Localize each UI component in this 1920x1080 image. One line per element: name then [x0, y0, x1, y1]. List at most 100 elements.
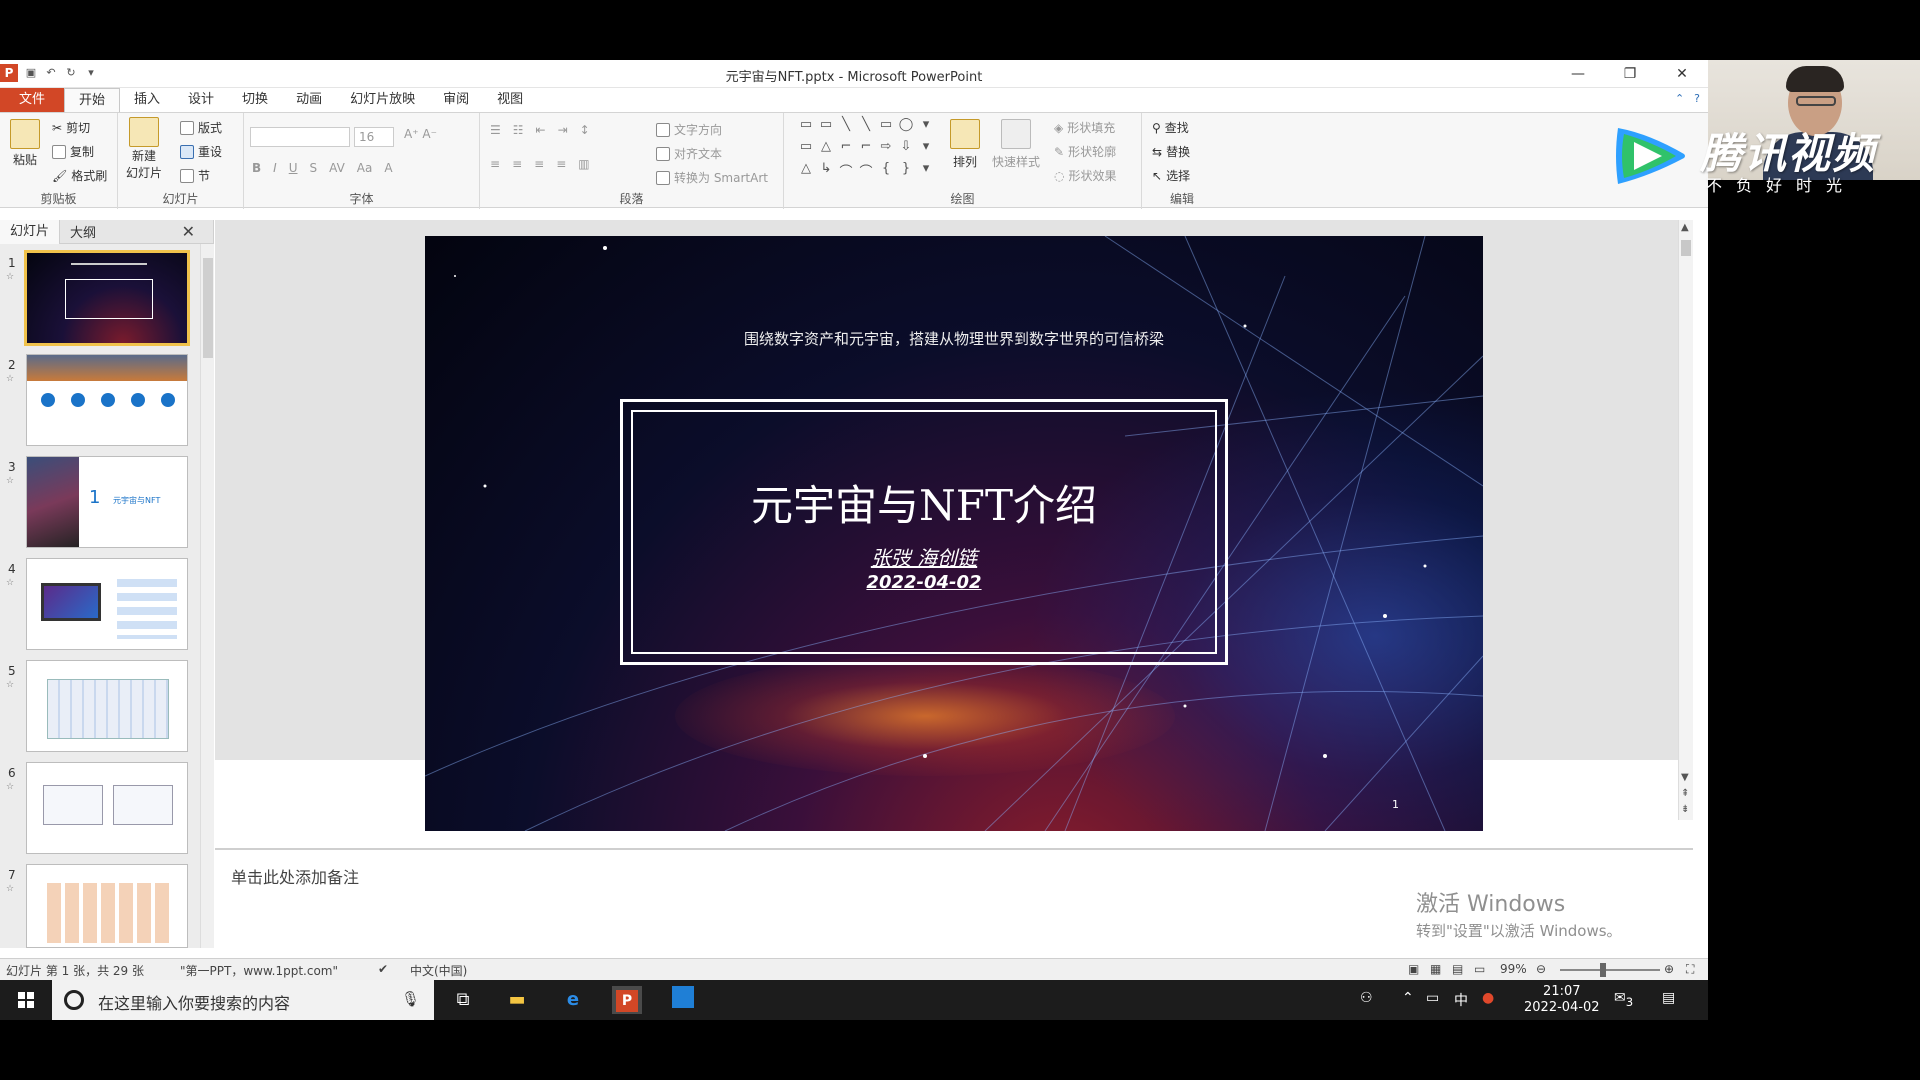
security-tray-icon[interactable]: ● — [1482, 990, 1494, 1006]
tab-view[interactable]: 视图 — [483, 88, 537, 112]
tab-outline-pane[interactable]: 大纲 — [60, 222, 106, 241]
edge-browser-icon[interactable]: e — [558, 986, 588, 1014]
zoom-out-icon[interactable]: ⊖ — [1536, 962, 1546, 976]
zoom-slider-thumb[interactable] — [1600, 963, 1606, 977]
thumbnail-row[interactable]: 4 ☆ — [0, 558, 200, 652]
select-button[interactable]: ↖ 选择 — [1152, 167, 1190, 184]
show-hidden-icons[interactable]: ⌃ — [1402, 990, 1414, 1006]
scroll-down-icon[interactable]: ▼ — [1681, 772, 1689, 783]
normal-view-icon[interactable]: ▣ — [1408, 962, 1419, 976]
font-name-box[interactable] — [250, 127, 350, 147]
align-left-icon[interactable]: ≡ — [490, 157, 500, 171]
font-color-icon[interactable]: A — [384, 161, 392, 175]
line-spacing-icon[interactable]: ↕ — [580, 123, 590, 137]
slide-thumbnail[interactable] — [24, 250, 190, 346]
zoom-level[interactable]: 99% — [1500, 962, 1527, 976]
tab-file[interactable]: 文件 — [0, 88, 64, 112]
slide-thumbnail[interactable]: 1 元宇宙与NFT — [26, 456, 188, 548]
thumbnail-row[interactable]: 3 ☆ 1 元宇宙与NFT — [0, 456, 200, 550]
smartart-button[interactable]: 转换为 SmartArt — [656, 169, 768, 186]
text-direction-button[interactable]: 文字方向 — [656, 121, 722, 138]
tab-review[interactable]: 审阅 — [429, 88, 483, 112]
shape-outline-button[interactable]: ✎ 形状轮廓 — [1054, 143, 1116, 160]
grow-font-icon[interactable]: A⁺ A⁻ — [404, 127, 437, 141]
thumbnails-scrollbar[interactable] — [200, 244, 214, 948]
slide-vertical-scrollbar[interactable]: ▲ ▼ ⇞ ⇟ — [1678, 220, 1693, 820]
tab-transitions[interactable]: 切换 — [228, 88, 282, 112]
align-text-button[interactable]: 对齐文本 — [656, 145, 722, 162]
current-slide[interactable]: 围绕数字资产和元宇宙，搭建从物理世界到数字世界的可信桥梁 元宇宙与NFT介绍 张… — [425, 236, 1483, 831]
fit-to-window-icon[interactable]: ⛶ — [1686, 962, 1694, 977]
scroll-up-icon[interactable]: ▲ — [1681, 222, 1689, 233]
language-status[interactable]: 中文(中国) — [410, 962, 467, 979]
align-right-icon[interactable]: ≡ — [534, 157, 544, 171]
new-slide-button[interactable]: 新建 幻灯片 — [126, 117, 162, 181]
spellcheck-icon[interactable]: ✔ — [378, 962, 388, 976]
slide-thumbnail[interactable] — [26, 762, 188, 854]
scrollbar-thumb[interactable] — [203, 258, 213, 358]
italic-icon[interactable]: I — [273, 161, 277, 175]
shape-fill-button[interactable]: ◈ 形状填充 — [1054, 119, 1115, 136]
align-center-icon[interactable]: ≡ — [512, 157, 522, 171]
close-pane-icon[interactable]: ✕ — [172, 222, 205, 241]
tab-slideshow[interactable]: 幻灯片放映 — [336, 88, 429, 112]
section-button[interactable]: 节 — [180, 167, 210, 184]
message-icon[interactable]: ✉3 — [1614, 990, 1633, 1009]
restore-button[interactable]: ❐ — [1604, 60, 1656, 88]
quick-styles-button[interactable]: 快速样式 — [992, 119, 1040, 170]
paste-button[interactable]: 粘贴 — [10, 119, 40, 168]
slide-thumbnail[interactable] — [26, 864, 188, 948]
powerpoint-taskbar-icon[interactable]: P — [612, 986, 642, 1014]
slide-title[interactable]: 元宇宙与NFT介绍 — [623, 472, 1225, 533]
tab-home[interactable]: 开始 — [64, 88, 121, 112]
ime-indicator[interactable]: 中 — [1454, 990, 1468, 1010]
find-button[interactable]: ⚲ 查找 — [1152, 119, 1189, 136]
char-spacing-icon[interactable]: AV — [329, 161, 345, 175]
tab-design[interactable]: 设计 — [174, 88, 228, 112]
photos-app-icon[interactable] — [668, 986, 698, 1014]
justify-icon[interactable]: ≡ — [556, 157, 566, 171]
underline-icon[interactable]: U — [289, 161, 298, 175]
action-center-icon[interactable]: ▤ — [1662, 990, 1675, 1006]
slide-date[interactable]: 2022-04-02 — [623, 572, 1225, 593]
replace-button[interactable]: ⇆ 替换 — [1152, 143, 1190, 160]
microphone-icon[interactable]: 🎙 — [401, 990, 420, 1008]
next-slide-icon[interactable]: ⇟ — [1681, 804, 1689, 815]
thumbnail-row[interactable]: 6 ☆ — [0, 762, 200, 856]
minimize-ribbon-icon[interactable]: ⌃ — [1675, 92, 1684, 105]
arrange-button[interactable]: 排列 — [950, 119, 980, 170]
notes-placeholder[interactable]: 单击此处添加备注 — [231, 864, 359, 888]
thumbnail-row[interactable]: 7 ☆ — [0, 864, 200, 948]
shapes-gallery[interactable]: ▭ ▭ ╲ ╲ ▭ ◯ ▾ ▭ △ ⌐ ⌐ ⇨ ⇩ ▾ △ ↳ ⌒ ⌒{} ▾ — [796, 117, 936, 183]
format-painter-button[interactable]: 🖌 格式刷 — [52, 167, 107, 184]
scrollbar-thumb[interactable] — [1681, 240, 1691, 256]
start-button[interactable] — [0, 980, 52, 1020]
outdent-icon[interactable]: ⇥ — [558, 123, 568, 137]
strikethrough-icon[interactable]: S — [310, 161, 318, 175]
people-icon[interactable]: ⚇ — [1360, 990, 1373, 1006]
slide-thumbnail[interactable] — [26, 660, 188, 752]
taskbar-search-box[interactable]: 在这里输入你要搜索的内容 🎙 — [52, 980, 434, 1020]
thumbnail-row[interactable]: 2 ☆ — [0, 354, 200, 448]
close-button[interactable]: ✕ — [1656, 60, 1708, 88]
slide-author[interactable]: 张弢 海创链 — [623, 542, 1225, 571]
reset-button[interactable]: 重设 — [180, 143, 222, 160]
slideshow-view-icon[interactable]: ▭ — [1474, 962, 1485, 976]
task-view-icon[interactable]: ⧉ — [448, 986, 478, 1014]
tab-animations[interactable]: 动画 — [282, 88, 336, 112]
bold-icon[interactable]: B — [252, 161, 261, 175]
thumbnail-row[interactable]: 1 ☆ — [0, 250, 200, 346]
slide-thumbnail[interactable] — [26, 354, 188, 446]
zoom-slider[interactable] — [1560, 969, 1660, 971]
copy-button[interactable]: 复制 — [52, 143, 94, 160]
thumbnail-row[interactable]: 5 ☆ — [0, 660, 200, 754]
cut-button[interactable]: ✂ 剪切 — [52, 119, 90, 136]
minimize-button[interactable]: — — [1552, 60, 1604, 88]
change-case-icon[interactable]: Aa — [357, 161, 373, 175]
tab-insert[interactable]: 插入 — [120, 88, 174, 112]
previous-slide-icon[interactable]: ⇞ — [1681, 788, 1689, 799]
file-explorer-icon[interactable]: ▬ — [502, 986, 532, 1014]
shape-effects-button[interactable]: ◌ 形状效果 — [1054, 167, 1117, 184]
slide-sorter-icon[interactable]: ▦ — [1430, 962, 1441, 976]
help-icon[interactable]: ? — [1694, 92, 1700, 105]
